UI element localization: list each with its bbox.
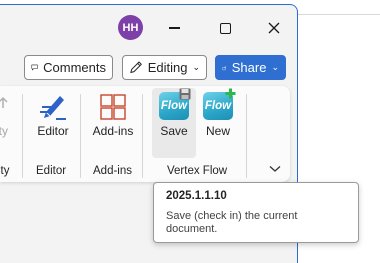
add-ins-grid-icon [100, 94, 126, 120]
accessibility-button[interactable]: ity [0, 90, 18, 150]
editor-label: Editor [37, 124, 69, 138]
chevron-down-icon: ⌄ [271, 62, 279, 72]
pencil-icon [130, 61, 142, 74]
minimize-icon [168, 27, 180, 29]
editing-mode-button[interactable]: Editing ⌄ [122, 55, 207, 80]
minimize-button[interactable] [158, 14, 190, 42]
plus-icon [225, 88, 236, 99]
save-label: Save [160, 124, 188, 138]
flow-new-icon: Flow [203, 88, 236, 120]
comments-button[interactable]: Comments [24, 55, 113, 80]
tooltip: 2025.1.1.10 Save (check in) the current … [153, 182, 359, 243]
editor-button[interactable]: Editor [34, 90, 72, 150]
new-label: New [205, 124, 230, 138]
flow-icon-text: Flow [204, 100, 232, 112]
group-separator [22, 94, 23, 178]
maximize-button[interactable] [209, 14, 241, 42]
accessibility-label: ity [0, 124, 8, 138]
group-separator [246, 94, 247, 178]
editor-pen-icon [40, 96, 66, 120]
close-icon [268, 22, 280, 34]
accessibility-icon [0, 96, 8, 108]
collapse-ribbon-button[interactable] [269, 165, 281, 173]
close-button[interactable] [258, 14, 290, 42]
comments-label: Comments [43, 60, 106, 75]
divider [298, 14, 380, 15]
comment-icon [31, 64, 38, 71]
avatar-initials: HH [122, 21, 139, 34]
floppy-disk-icon [179, 88, 191, 100]
share-icon [222, 65, 227, 70]
share-button[interactable]: Share ⌄ [215, 55, 286, 80]
group-separator [142, 94, 143, 178]
group-label-vertex-flow: Vertex Flow [167, 165, 228, 177]
group-label-add-ins: Add-ins [93, 165, 132, 177]
flow-save-button[interactable]: Flow Save [152, 88, 196, 158]
editing-label: Editing [147, 60, 188, 75]
flow-new-button[interactable]: Flow New [200, 88, 236, 150]
chevron-down-icon: ⌄ [192, 62, 200, 72]
group-label-accessibility: ity [0, 165, 10, 177]
add-ins-button[interactable]: Add-ins [90, 90, 136, 150]
user-avatar[interactable]: HH [118, 15, 143, 40]
share-label: Share [231, 60, 267, 75]
flow-icon-text: Flow [160, 100, 188, 112]
group-separator [80, 94, 81, 178]
group-label-editor: Editor [36, 165, 67, 177]
add-ins-label: Add-ins [92, 124, 134, 138]
flow-save-icon: Flow [159, 88, 191, 120]
tooltip-description: Save (check in) the current document. [166, 210, 298, 235]
maximize-icon [219, 22, 231, 34]
tooltip-title: 2025.1.1.10 [166, 190, 227, 202]
